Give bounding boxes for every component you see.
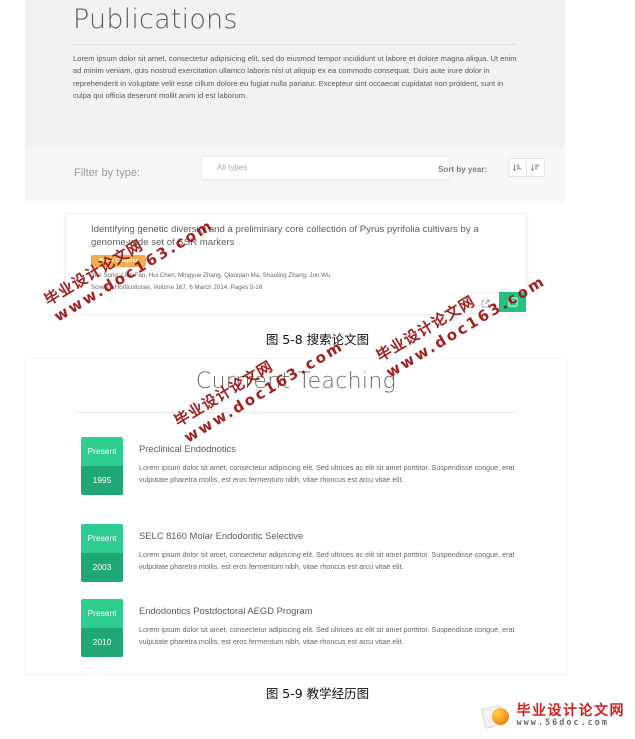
publication-title: Identifying genetic diversity and a prel… xyxy=(91,224,479,248)
orange-sphere-icon xyxy=(491,708,509,725)
footer-logo-name: 毕业设计论文网 xyxy=(516,703,625,720)
teaching-period-top: Present xyxy=(81,524,123,553)
publication-type-badge: Book Chapter xyxy=(91,255,147,267)
external-link-icon xyxy=(481,299,490,307)
sort-descending-button[interactable] xyxy=(526,159,544,176)
filter-type-select[interactable]: All types xyxy=(201,156,450,180)
teaching-divider xyxy=(74,412,518,413)
sort-amount-desc-icon xyxy=(531,164,540,171)
footer-logo-text: 毕业设计论文网 www.56doc.com xyxy=(517,704,626,728)
add-publication-button[interactable] xyxy=(499,292,526,312)
filter-sort-bar: Filter by type: All types Sort by year: xyxy=(25,148,565,202)
teaching-heading: SELC 8160 Molar Endodontic Selective xyxy=(139,530,304,541)
publications-figure: Publications Lorem ipsum dolor sit amet,… xyxy=(25,0,565,322)
sort-label: Sort by year: xyxy=(438,165,487,174)
teaching-item[interactable]: Present 1995 Preclinical Endodnotics Lor… xyxy=(81,437,551,505)
teaching-description: Lorem ipsum dolor sit amet, consectetur … xyxy=(139,550,515,571)
sort-button-group xyxy=(508,158,545,177)
teaching-period-bottom: 1995 xyxy=(81,466,123,495)
figure-caption-5-8: 图 5-8 搜索论文图 xyxy=(265,332,370,347)
publications-hero: Publications Lorem ipsum dolor sit amet,… xyxy=(25,0,565,148)
filter-label: Filter by type: xyxy=(74,167,141,179)
publication-authors: Yue Song, Lian Fan, Hui Chen, Mingyue Zh… xyxy=(91,272,331,279)
teaching-period-badge: Present 2010 xyxy=(81,599,123,657)
teaching-item[interactable]: Present 2010 Endodontics Postdoctoral AE… xyxy=(81,599,551,667)
teaching-description: Lorem ipsum dolor sit amet, consectetur … xyxy=(139,625,515,646)
teaching-period-top: Present xyxy=(81,437,123,466)
sort-amount-asc-icon xyxy=(513,164,522,171)
open-publication-button[interactable] xyxy=(471,292,499,314)
teaching-description: Lorem ipsum dolor sit amet, consectetur … xyxy=(139,463,515,484)
page-title: Publications xyxy=(73,4,238,35)
teaching-period-bottom: 2010 xyxy=(81,628,123,657)
filter-type-value: All types xyxy=(217,163,248,172)
publication-card[interactable]: Identifying genetic diversity and a prel… xyxy=(65,213,527,315)
teaching-item[interactable]: Present 2003 SELC 8160 Molar Endodontic … xyxy=(81,524,551,592)
publication-actions xyxy=(471,292,526,314)
publication-journal: Scientia Horticulturae, Volume 167, 6 Ma… xyxy=(91,284,263,291)
title-divider xyxy=(73,44,517,45)
footer-logo-url: www.56doc.com xyxy=(516,717,610,728)
intro-paragraph: Lorem ipsum dolor sit amet, consectetur … xyxy=(73,54,517,101)
teaching-title: Currrent Teaching xyxy=(195,369,397,394)
teaching-period-badge: Present 1995 xyxy=(81,437,123,495)
footer-logo: 毕业设计论文网 www.56doc.com xyxy=(480,699,626,733)
orange-ball-icon xyxy=(480,703,513,729)
teaching-heading: Preclinical Endodnotics xyxy=(139,443,236,454)
teaching-period-top: Present xyxy=(81,599,123,628)
add-box-icon xyxy=(508,297,518,307)
teaching-period-bottom: 2003 xyxy=(81,553,123,582)
sort-ascending-button[interactable] xyxy=(509,159,526,176)
teaching-heading: Endodontics Postdoctoral AEGD Program xyxy=(139,605,313,616)
teaching-figure: Currrent Teaching Present 1995 Preclinic… xyxy=(25,358,567,675)
teaching-period-badge: Present 2003 xyxy=(81,524,123,582)
